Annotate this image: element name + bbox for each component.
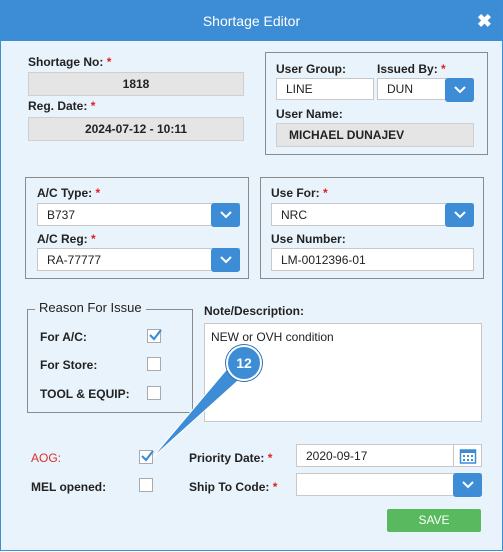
- aog-label: AOG:: [31, 451, 62, 465]
- priority-date-label: Priority Date: *: [189, 451, 273, 465]
- ship-to-select[interactable]: [296, 473, 482, 497]
- step-badge: 12: [226, 345, 262, 381]
- priority-date-input[interactable]: 2020-09-17: [296, 444, 454, 467]
- shortage-editor-window: Shortage Editor ✖ Shortage No: * 1818 Re…: [0, 0, 503, 551]
- save-button[interactable]: SAVE: [387, 509, 481, 532]
- chevron-down-icon[interactable]: [453, 473, 482, 497]
- ship-to-label: Ship To Code: *: [189, 480, 278, 494]
- callout-pointer: [150, 368, 242, 460]
- checkmark-icon: [141, 450, 154, 462]
- mel-checkbox[interactable]: [139, 478, 153, 492]
- mel-label: MEL opened:: [31, 480, 107, 494]
- aog-checkbox[interactable]: [139, 450, 154, 464]
- calendar-icon[interactable]: [453, 444, 482, 467]
